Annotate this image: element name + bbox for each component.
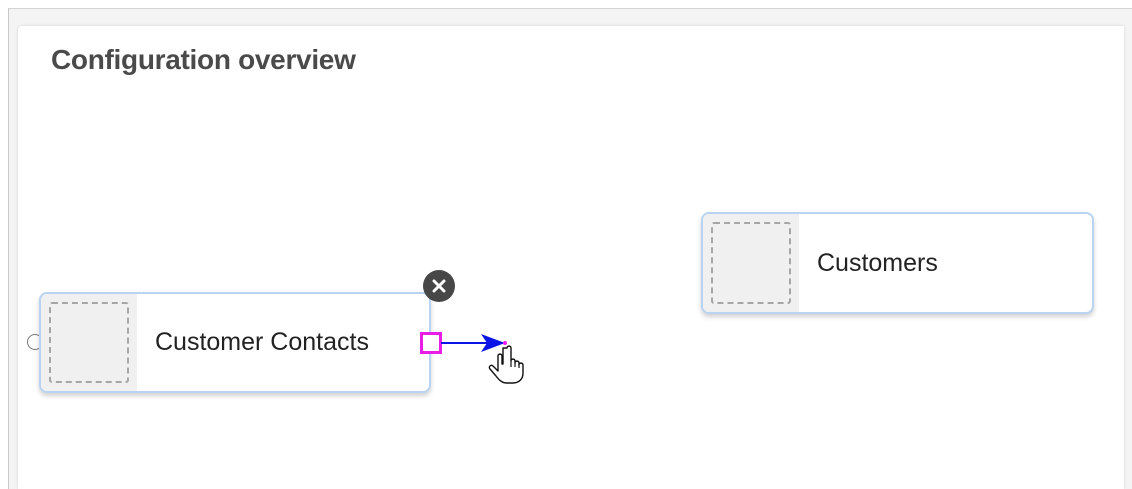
page-title: Configuration overview xyxy=(51,44,356,75)
entity-card-customer-contacts[interactable]: Customer Contacts xyxy=(39,292,431,393)
close-icon xyxy=(432,279,446,293)
output-port[interactable] xyxy=(420,332,442,354)
image-placeholder-icon xyxy=(49,302,129,383)
entity-label: Customers xyxy=(817,248,938,277)
delete-button[interactable] xyxy=(423,270,455,302)
hand-pointer-icon xyxy=(488,345,524,384)
entity-card-customers[interactable]: Customers xyxy=(701,212,1094,314)
entity-thumbnail xyxy=(703,214,799,312)
entity-thumbnail xyxy=(41,294,137,391)
image-placeholder-icon xyxy=(711,222,791,304)
entity-label: Customer Contacts xyxy=(155,328,369,356)
